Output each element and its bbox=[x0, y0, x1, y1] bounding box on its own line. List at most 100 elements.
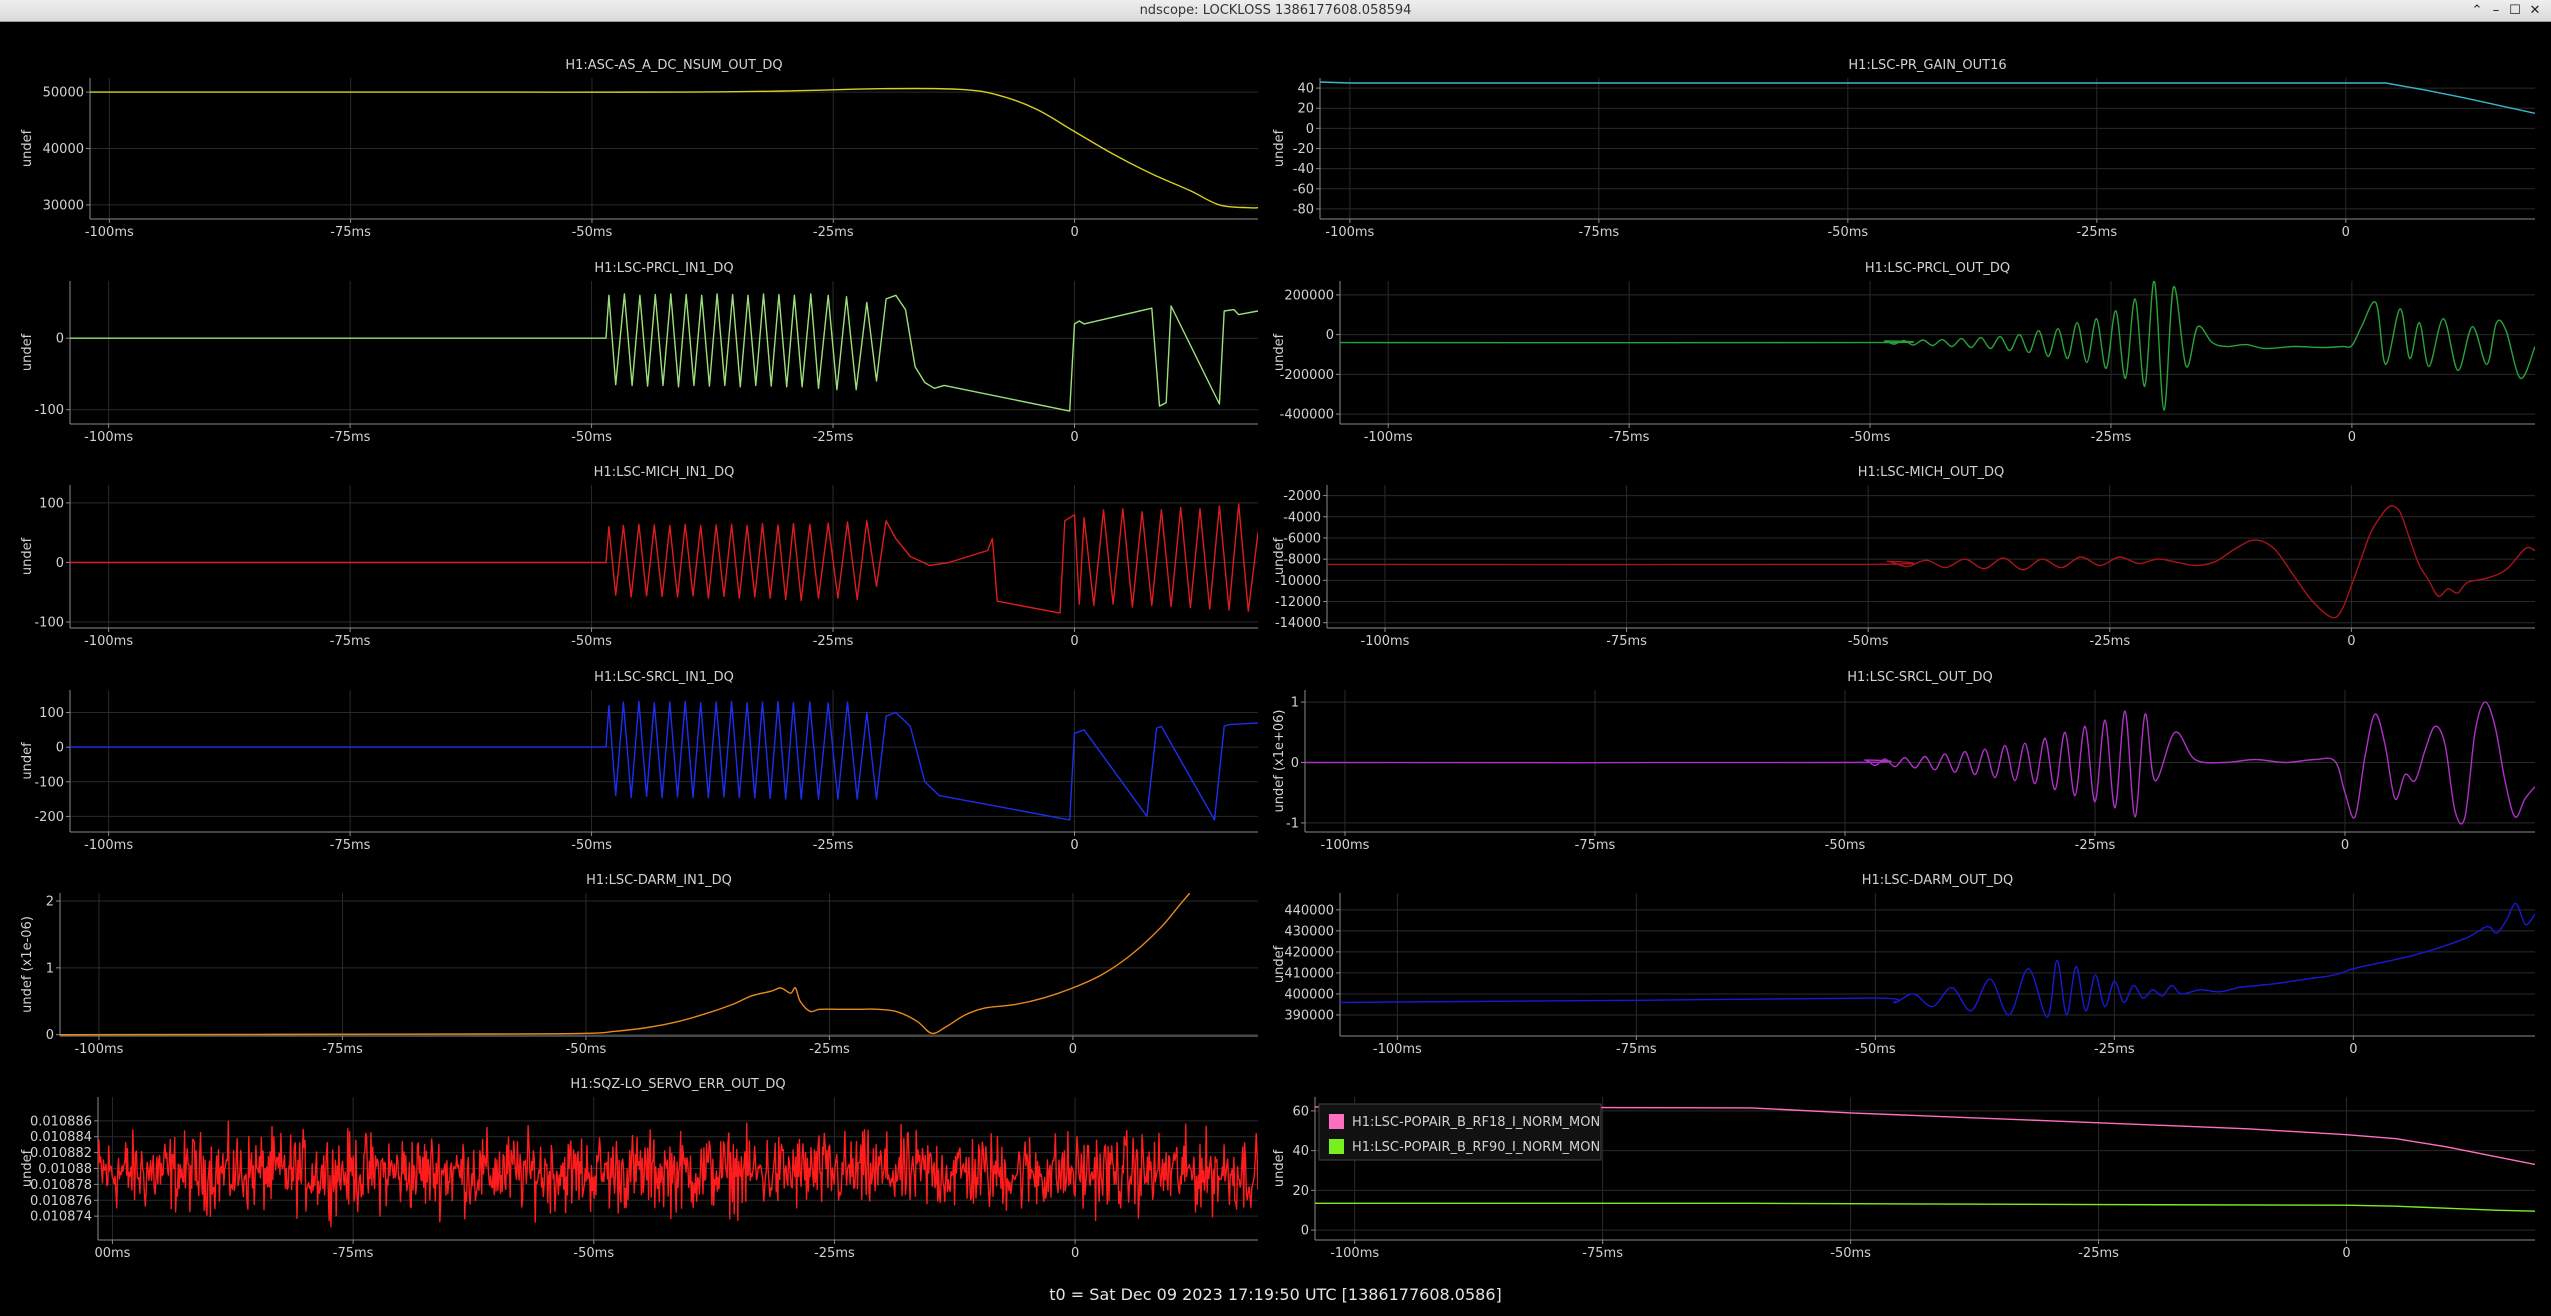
y-tick-label: 0.010884 bbox=[30, 1130, 92, 1145]
y-tick-label: 420000 bbox=[1284, 945, 1334, 960]
y-axis-label: undef bbox=[1272, 129, 1287, 167]
x-tick-label: -50ms bbox=[1825, 838, 1866, 853]
y-axis-label: undef bbox=[20, 1149, 35, 1187]
x-tick-label: 00ms bbox=[94, 1246, 130, 1261]
y-tick-label: 30000 bbox=[43, 198, 84, 213]
x-tick-label: -100ms bbox=[1325, 225, 1374, 240]
y-axis-label: undef (x1e-06) bbox=[20, 916, 35, 1013]
y-tick-label: -12000 bbox=[1275, 595, 1321, 610]
plot-title: H1:LSC-PR_GAIN_OUT16 bbox=[1848, 58, 2006, 73]
plot-panel-1: H1:ASC-AS_A_DC_NSUM_OUT_DQ -100ms -75ms -50… bbox=[20, 58, 1258, 240]
x-tick-label: -75ms bbox=[1582, 1246, 1623, 1261]
x-tick-label: -25ms bbox=[2075, 838, 2116, 853]
x-tick-label: -50ms bbox=[566, 1042, 607, 1057]
x-tick-label: 0 bbox=[2342, 225, 2350, 240]
y-tick-label: 0 bbox=[56, 332, 64, 347]
x-tick-label: -100ms bbox=[1373, 1042, 1422, 1057]
y-tick-label: 430000 bbox=[1284, 924, 1334, 939]
x-tick-label: -75ms bbox=[330, 430, 371, 445]
x-tick-label: -50ms bbox=[1850, 430, 1891, 445]
y-tick-label: 60 bbox=[1292, 1104, 1309, 1119]
x-tick-label: 0 bbox=[2341, 838, 2349, 853]
y-tick-label: 2 bbox=[46, 895, 54, 910]
plot-panel-7: H1:LSC-SRCL_IN1_DQ -100ms -75ms -50ms -25ms 0… bbox=[20, 670, 1258, 853]
y-axis-label: undef bbox=[1272, 537, 1287, 575]
x-tick-label: -75ms bbox=[1606, 634, 1647, 649]
series-line-1 bbox=[1340, 902, 2535, 1018]
plot-title: H1:LSC-SRCL_OUT_DQ bbox=[1847, 670, 1993, 685]
y-axis-label: undef bbox=[20, 742, 35, 780]
minimize-window-icon[interactable]: – bbox=[2487, 2, 2505, 19]
y-tick-label: 0.010886 bbox=[30, 1114, 92, 1129]
x-tick-label: -75ms bbox=[330, 838, 371, 853]
y-tick-label: 0.010874 bbox=[30, 1210, 92, 1225]
series-line-1 bbox=[70, 503, 1258, 614]
y-tick-label: 0 bbox=[1301, 1224, 1309, 1239]
y-tick-label: -1 bbox=[1286, 816, 1299, 831]
plot-panel-2: H1:LSC-PR_GAIN_OUT16 -100ms -75ms -50ms -25m… bbox=[1272, 58, 2535, 240]
x-tick-label: -50ms bbox=[1827, 225, 1868, 240]
plot-title: H1:LSC-DARM_OUT_DQ bbox=[1862, 873, 2014, 888]
x-tick-label: 0 bbox=[1070, 838, 1078, 853]
plot-panel-12: -100ms -75ms -50ms -25ms 0 60 40 20 0 undef H1:LSC… bbox=[1272, 1097, 2535, 1261]
legend-label: H1:LSC-POPAIR_B_RF90_I_NORM_MON bbox=[1352, 1140, 1600, 1155]
x-tick-label: 0 bbox=[2349, 1042, 2357, 1057]
y-tick-label: -100 bbox=[34, 403, 64, 418]
y-tick-label: 20 bbox=[1292, 1184, 1309, 1199]
x-tick-label: -100ms bbox=[1361, 634, 1410, 649]
plot-title: H1:LSC-PRCL_OUT_DQ bbox=[1865, 261, 2010, 276]
y-tick-label: -20 bbox=[1293, 142, 1314, 157]
x-tick-label: -50ms bbox=[1855, 1042, 1896, 1057]
x-tick-label: 0 bbox=[1069, 1042, 1077, 1057]
x-tick-label: -75ms bbox=[322, 1042, 363, 1057]
collapse-window-icon[interactable]: ⌃ bbox=[2468, 2, 2486, 19]
y-tick-label: 0.010882 bbox=[30, 1146, 92, 1161]
y-tick-label: -2000 bbox=[1283, 489, 1321, 504]
y-tick-label: 1 bbox=[46, 961, 54, 976]
x-tick-label: 0 bbox=[1070, 430, 1078, 445]
y-tick-label: 40 bbox=[1292, 1144, 1309, 1159]
plot-title: H1:LSC-PRCL_IN1_DQ bbox=[594, 261, 733, 276]
x-tick-label: -75ms bbox=[1609, 430, 1650, 445]
x-tick-label: -75ms bbox=[1579, 225, 1620, 240]
y-tick-label: -400000 bbox=[1280, 408, 1334, 423]
maximize-window-icon[interactable]: ☐ bbox=[2506, 2, 2524, 19]
y-axis-label: undef bbox=[1272, 333, 1287, 371]
x-tick-label: -75ms bbox=[330, 634, 371, 649]
y-tick-label: -80 bbox=[1293, 202, 1314, 217]
series-line-1 bbox=[60, 893, 1191, 1036]
plot-panel-11: H1:SQZ-LO_SERVO_ERR_OUT_DQ 00ms -75ms -50ms… bbox=[20, 1077, 1258, 1261]
x-tick-label: 0 bbox=[1070, 225, 1078, 240]
x-tick-label: -25ms bbox=[814, 1246, 855, 1261]
y-tick-label: -200 bbox=[34, 810, 64, 825]
y-tick-label: 400000 bbox=[1284, 987, 1334, 1002]
plot-title: H1:LSC-MICH_OUT_DQ bbox=[1858, 465, 2005, 480]
x-tick-label: -25ms bbox=[813, 838, 854, 853]
y-tick-label: -6000 bbox=[1283, 531, 1321, 546]
y-tick-label: -14000 bbox=[1275, 616, 1321, 631]
x-tick-label: -75ms bbox=[1616, 1042, 1657, 1057]
y-tick-label: 410000 bbox=[1284, 966, 1334, 981]
y-tick-label: 40000 bbox=[43, 142, 84, 157]
x-tick-label: -50ms bbox=[573, 1246, 614, 1261]
plot-title: H1:SQZ-LO_SERVO_ERR_OUT_DQ bbox=[570, 1077, 785, 1092]
y-tick-label: -100 bbox=[34, 775, 64, 790]
plot-panel-6: H1:LSC-MICH_OUT_DQ -100ms -75ms -50ms -25ms 0… bbox=[1272, 465, 2535, 649]
series-line-1 bbox=[1327, 505, 2535, 619]
y-axis-label: undef (x1e+06) bbox=[1272, 710, 1287, 813]
plot-panel-10: H1:LSC-DARM_OUT_DQ -100ms -75ms -50ms -25ms 0… bbox=[1272, 873, 2535, 1057]
x-tick-label: -25ms bbox=[2089, 634, 2130, 649]
series-line-1 bbox=[70, 700, 1258, 821]
y-tick-label: 40 bbox=[1297, 82, 1314, 97]
plot-title: H1:LSC-SRCL_IN1_DQ bbox=[594, 670, 734, 685]
plot-title: H1:ASC-AS_A_DC_NSUM_OUT_DQ bbox=[565, 58, 782, 73]
legend-swatch bbox=[1329, 1114, 1344, 1129]
plot-grid[interactable]: H1:ASC-AS_A_DC_NSUM_OUT_DQ-100ms -75ms -50… bbox=[0, 22, 2551, 1282]
x-tick-label: 0 bbox=[2342, 1246, 2350, 1261]
x-tick-label: -25ms bbox=[2091, 430, 2132, 445]
y-tick-label: 20 bbox=[1297, 102, 1314, 117]
x-tick-label: -100ms bbox=[84, 430, 133, 445]
x-tick-label: 0 bbox=[2348, 430, 2356, 445]
x-tick-label: -25ms bbox=[809, 1042, 850, 1057]
close-window-icon[interactable]: ✕ bbox=[2526, 2, 2544, 19]
